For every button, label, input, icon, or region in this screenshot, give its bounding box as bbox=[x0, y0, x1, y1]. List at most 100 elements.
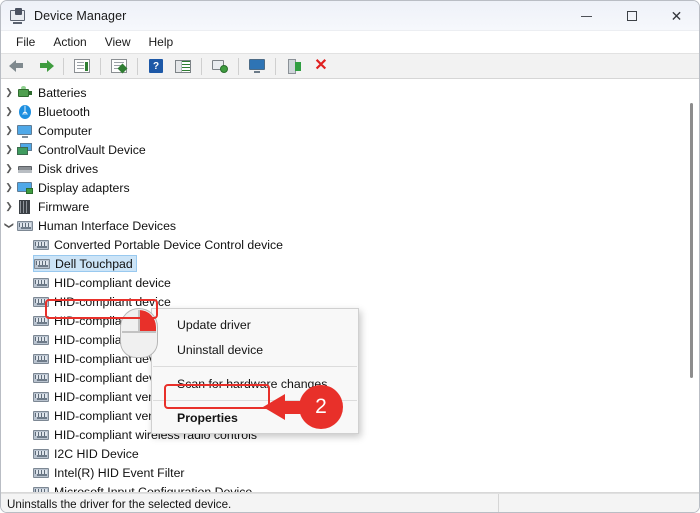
hid-icon bbox=[33, 314, 49, 328]
chevron-down-icon[interactable]: ❯ bbox=[4, 218, 15, 234]
toolbar-separator bbox=[238, 57, 239, 75]
enable-device-button[interactable] bbox=[281, 55, 307, 77]
chevron-right-icon[interactable]: ❯ bbox=[1, 201, 17, 212]
context-menu-item-label: Update driver bbox=[177, 317, 251, 332]
context-menu-item-uninstall-device[interactable]: Uninstall device bbox=[152, 337, 358, 362]
tree-item-human-interface-devices[interactable]: ❯ Human Interface Devices bbox=[1, 216, 699, 235]
toolbar: ? ✕ bbox=[1, 53, 699, 79]
tree-item-content: ᛦ Bluetooth bbox=[17, 103, 93, 120]
context-menu-item-update-driver[interactable]: Update driver bbox=[152, 312, 358, 337]
device-tree-pane[interactable]: ❯ Batteries ❯ ᛦ Bluetooth ❯ Computer ❯ ControlVa… bbox=[1, 79, 699, 493]
update-driver-button[interactable] bbox=[244, 55, 270, 77]
toolbar-separator bbox=[63, 57, 64, 75]
tree-item-batteries[interactable]: ❯ Batteries bbox=[1, 83, 699, 102]
maximize-icon bbox=[626, 11, 637, 21]
tree-item-firmware[interactable]: ❯ Firmware bbox=[1, 197, 699, 216]
back-button[interactable] bbox=[5, 55, 31, 77]
status-bar: Uninstalls the driver for the selected d… bbox=[1, 493, 699, 512]
tree-item-computer[interactable]: ❯ Computer bbox=[1, 121, 699, 140]
tree-item-content: Microsoft Input Configuration Device bbox=[33, 483, 255, 493]
window-title: Device Manager bbox=[34, 8, 127, 23]
tree-item-i2c-hid-device[interactable]: I2C HID Device bbox=[1, 444, 699, 463]
context-menu-item-label: Uninstall device bbox=[177, 342, 264, 357]
battery-icon bbox=[17, 85, 33, 100]
tree-item-content: Display adapters bbox=[17, 179, 133, 196]
right-click-mouse-icon bbox=[120, 308, 158, 358]
tree-item-dell-touchpad[interactable]: Dell Touchpad bbox=[1, 254, 699, 273]
close-button[interactable]: ✕ bbox=[654, 1, 699, 31]
chevron-right-icon[interactable]: ❯ bbox=[1, 144, 17, 155]
tree-item-display-adapters[interactable]: ❯ Display adapters bbox=[1, 178, 699, 197]
tree-item-controlvault-device[interactable]: ❯ ControlVault Device bbox=[1, 140, 699, 159]
hid-icon bbox=[33, 352, 49, 366]
maximize-button[interactable] bbox=[609, 1, 654, 31]
chevron-right-icon[interactable]: ❯ bbox=[1, 182, 17, 193]
tree-item-converted-portable-device-control-device[interactable]: Converted Portable Device Control device bbox=[1, 235, 699, 254]
tree-item-label: Firmware bbox=[38, 199, 90, 214]
toolbar-separator bbox=[137, 57, 138, 75]
step-badge: 2 bbox=[299, 385, 343, 429]
tree-item-label: Human Interface Devices bbox=[38, 218, 177, 233]
show-hide-console-tree-button[interactable] bbox=[69, 55, 95, 77]
hid-icon bbox=[17, 219, 33, 233]
chevron-right-icon[interactable]: ❯ bbox=[1, 106, 17, 117]
toolbar-separator bbox=[100, 57, 101, 75]
hid-icon bbox=[33, 390, 49, 404]
chevron-right-icon[interactable]: ❯ bbox=[1, 163, 17, 174]
tree-item-label: HID-compliant device bbox=[54, 294, 171, 309]
tree-item-content: HID-compliant device bbox=[33, 274, 174, 291]
hid-icon bbox=[34, 257, 50, 271]
tree-item-content: ControlVault Device bbox=[17, 141, 149, 158]
tree-item-intel-r-hid-event-filter[interactable]: Intel(R) HID Event Filter bbox=[1, 463, 699, 482]
menu-view[interactable]: View bbox=[96, 33, 140, 51]
hid-icon bbox=[33, 371, 49, 385]
chevron-right-icon[interactable]: ❯ bbox=[1, 125, 17, 136]
help-icon: ? bbox=[149, 59, 163, 73]
vertical-scrollbar[interactable] bbox=[686, 81, 697, 490]
menu-file[interactable]: File bbox=[7, 33, 44, 51]
uninstall-device-button[interactable]: ✕ bbox=[308, 55, 334, 77]
computer-icon bbox=[17, 124, 33, 138]
tree-item-content: Intel(R) HID Event Filter bbox=[33, 464, 188, 481]
firmware-icon bbox=[17, 199, 33, 214]
context-menu-separator bbox=[153, 366, 357, 367]
hid-icon bbox=[33, 276, 49, 290]
minimize-icon bbox=[581, 15, 592, 17]
window-controls: ✕ bbox=[564, 1, 699, 31]
tree-item-content: Batteries bbox=[17, 84, 90, 101]
hid-icon bbox=[33, 333, 49, 347]
tree-item-label: Computer bbox=[38, 123, 92, 138]
tree-item-bluetooth[interactable]: ❯ ᛦ Bluetooth bbox=[1, 102, 699, 121]
tree-item-content: I2C HID Device bbox=[33, 445, 142, 462]
view-devices-button[interactable] bbox=[170, 55, 196, 77]
tree-item-label: Microsoft Input Configuration Device bbox=[54, 484, 253, 493]
arrow-left-icon bbox=[263, 394, 285, 420]
tree-item-microsoft-input-configuration-device[interactable]: Microsoft Input Configuration Device bbox=[1, 482, 699, 493]
minimize-button[interactable] bbox=[564, 1, 609, 31]
properties-button[interactable] bbox=[106, 55, 132, 77]
status-divider bbox=[498, 494, 499, 512]
tree-item-content: Human Interface Devices bbox=[17, 217, 179, 234]
forward-button[interactable] bbox=[32, 55, 58, 77]
properties-icon bbox=[111, 59, 128, 74]
controlvault-icon bbox=[17, 142, 33, 157]
tree-item-label: HID-compliant device bbox=[54, 275, 171, 290]
tree-item-label: Disk drives bbox=[38, 161, 99, 176]
tree-item-label: Display adapters bbox=[38, 180, 130, 195]
status-text: Uninstalls the driver for the selected d… bbox=[7, 497, 232, 511]
hid-icon bbox=[33, 409, 49, 423]
tree-item-hid-compliant-device[interactable]: HID-compliant device bbox=[1, 273, 699, 292]
menu-help[interactable]: Help bbox=[140, 33, 183, 51]
chevron-right-icon[interactable]: ❯ bbox=[1, 87, 17, 98]
tree-item-content: Converted Portable Device Control device bbox=[33, 236, 286, 253]
help-button[interactable]: ? bbox=[143, 55, 169, 77]
menu-action[interactable]: Action bbox=[44, 33, 95, 51]
device-manager-icon bbox=[10, 7, 26, 24]
tree-item-disk-drives[interactable]: ❯ Disk drives bbox=[1, 159, 699, 178]
tree-item-label: Dell Touchpad bbox=[55, 256, 133, 271]
hid-icon bbox=[33, 447, 49, 461]
tree-item-label: Bluetooth bbox=[38, 104, 90, 119]
scrollbar-thumb[interactable] bbox=[690, 103, 693, 378]
device-list-icon bbox=[175, 59, 191, 73]
scan-hardware-changes-button[interactable] bbox=[207, 55, 233, 77]
